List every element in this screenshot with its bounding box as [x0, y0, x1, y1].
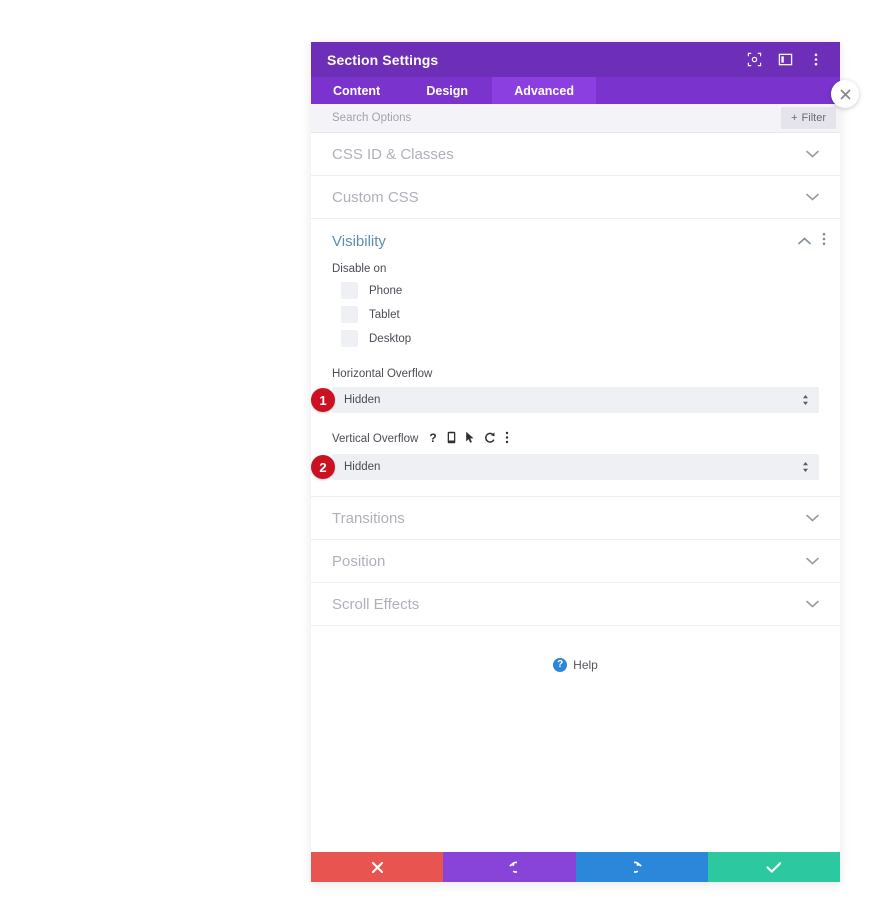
redo-icon — [634, 860, 649, 875]
step-badge-1: 1 — [311, 388, 335, 412]
chevron-down-icon — [806, 600, 819, 608]
section-label: Custom CSS — [332, 188, 419, 206]
checkbox-label: Desktop — [369, 332, 412, 345]
focus-icon[interactable] — [746, 52, 762, 68]
help-question-icon[interactable]: ? — [428, 431, 438, 447]
tab-bar: Content Design Advanced — [311, 77, 840, 104]
cancel-button[interactable] — [311, 852, 444, 882]
checkmark-icon — [766, 861, 782, 874]
redo-button[interactable] — [575, 852, 708, 882]
chevron-down-icon — [806, 193, 819, 201]
section-css-id-classes[interactable]: CSS ID & Classes — [311, 133, 840, 176]
section-visibility-body: Disable on Phone Tablet Desktop Horizont… — [311, 263, 840, 497]
chevron-down-icon — [806, 150, 819, 158]
save-button[interactable] — [707, 852, 840, 882]
filter-plus-icon: + — [791, 112, 798, 124]
select-value: Hidden — [344, 394, 381, 406]
horizontal-overflow-select[interactable]: Hidden — [332, 387, 819, 413]
select-value: Hidden — [344, 461, 381, 473]
section-custom-css[interactable]: Custom CSS — [311, 176, 840, 219]
vertical-overflow-field: 2 Hidden — [311, 454, 819, 480]
settings-scroll-area[interactable]: CSS ID & Classes Custom CSS Visibility D… — [311, 133, 840, 852]
reset-undo-icon[interactable] — [484, 431, 496, 447]
checkbox-box-icon — [341, 282, 358, 299]
close-modal-button[interactable] — [831, 80, 859, 108]
more-vertical-icon[interactable] — [505, 431, 509, 447]
horizontal-overflow-field: 1 Hidden — [311, 387, 819, 413]
disable-on-label: Disable on — [332, 263, 387, 275]
select-stepper-icon — [802, 461, 809, 474]
layout-panel-icon[interactable] — [777, 52, 793, 68]
section-label: CSS ID & Classes — [332, 145, 454, 163]
help-link[interactable]: ? Help — [311, 626, 840, 692]
vertical-overflow-label-row: Vertical Overflow ? — [332, 431, 819, 447]
chevron-down-icon — [806, 514, 819, 522]
modal-footer — [311, 852, 840, 882]
close-x-icon — [371, 861, 384, 874]
checkbox-desktop[interactable]: Desktop — [332, 330, 819, 347]
filter-button[interactable]: + Filter — [781, 107, 836, 129]
undo-icon — [502, 860, 517, 875]
chevron-up-icon[interactable] — [798, 232, 811, 250]
help-question-icon: ? — [553, 658, 568, 672]
checkbox-box-icon — [341, 330, 358, 347]
modal-header: Section Settings — [311, 42, 840, 77]
help-label: Help — [573, 658, 598, 672]
filter-button-label: Filter — [801, 112, 826, 124]
svg-text:?: ? — [430, 431, 437, 444]
chevron-down-icon — [806, 557, 819, 565]
section-label: Transitions — [332, 509, 405, 527]
step-badge-2: 2 — [311, 455, 335, 479]
more-vertical-icon[interactable] — [808, 52, 824, 68]
section-label: Position — [332, 552, 386, 570]
checkbox-box-icon — [341, 306, 358, 323]
checkbox-tablet[interactable]: Tablet — [332, 306, 819, 323]
tab-design[interactable]: Design — [402, 77, 492, 104]
vertical-overflow-tool-icons: ? — [428, 431, 509, 447]
checkbox-phone[interactable]: Phone — [332, 282, 819, 299]
section-label: Scroll Effects — [332, 595, 420, 613]
section-visibility-tools — [798, 232, 826, 251]
section-visibility-header[interactable]: Visibility — [311, 219, 840, 263]
page-title: Section Settings — [327, 51, 439, 68]
checkbox-label: Tablet — [369, 308, 400, 321]
header-icon-group — [746, 52, 824, 68]
section-scroll-effects[interactable]: Scroll Effects — [311, 583, 840, 626]
search-bar: + Filter — [311, 104, 840, 133]
search-input[interactable] — [332, 112, 782, 124]
vertical-overflow-select[interactable]: Hidden — [332, 454, 819, 480]
mobile-device-icon[interactable] — [447, 431, 456, 447]
close-x-icon — [840, 89, 850, 99]
cursor-pointer-icon[interactable] — [465, 431, 475, 447]
horizontal-overflow-label: Horizontal Overflow — [332, 368, 433, 380]
checkbox-label: Phone — [369, 284, 403, 297]
tab-advanced[interactable]: Advanced — [492, 77, 596, 104]
section-transitions[interactable]: Transitions — [311, 497, 840, 540]
undo-button[interactable] — [443, 852, 576, 882]
tab-content[interactable]: Content — [311, 77, 402, 104]
more-vertical-icon[interactable] — [822, 232, 826, 251]
vertical-overflow-label: Vertical Overflow — [332, 433, 419, 445]
section-position[interactable]: Position — [311, 540, 840, 583]
select-stepper-icon — [802, 394, 809, 407]
section-settings-modal: Section Settings Content Design Advanced… — [311, 42, 840, 882]
section-label: Visibility — [332, 232, 386, 250]
